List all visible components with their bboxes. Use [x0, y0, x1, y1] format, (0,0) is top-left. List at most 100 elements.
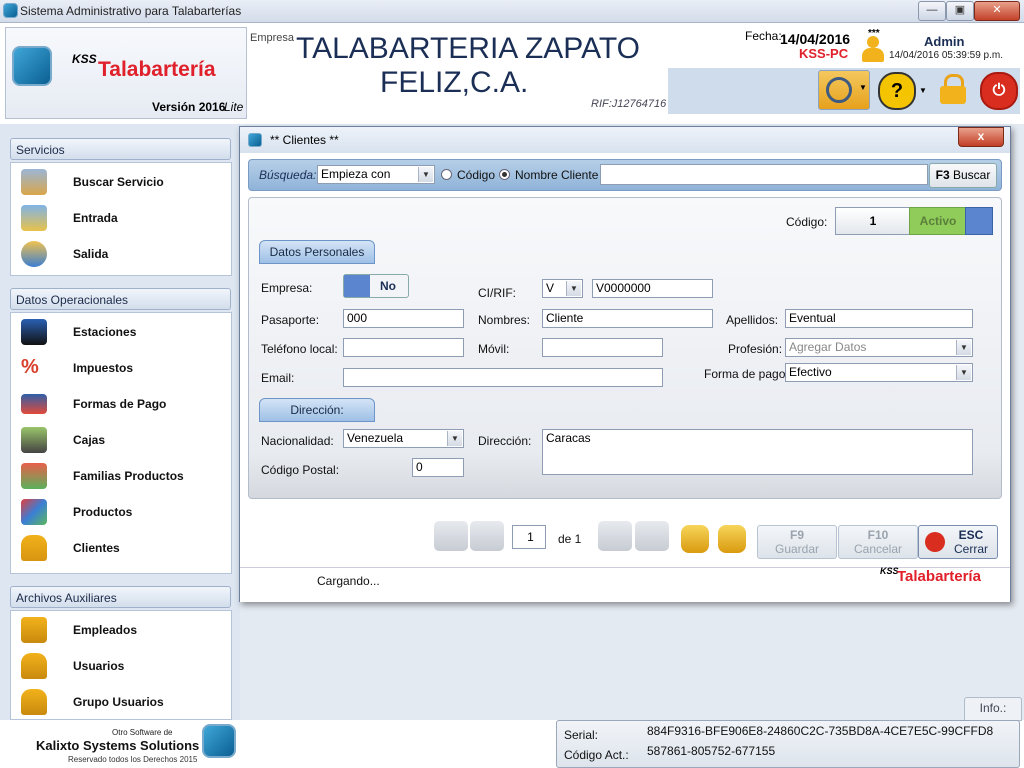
page-input[interactable]: 1	[512, 525, 546, 549]
email-input[interactable]	[343, 368, 663, 387]
code-value: 1	[835, 207, 911, 235]
profesion-label: Profesión:	[728, 342, 783, 356]
nombres-label: Nombres:	[478, 313, 531, 327]
sidebar-item-clientes[interactable]: Clientes	[21, 533, 221, 563]
sidebar-item-estaciones[interactable]: Estaciones	[21, 317, 221, 347]
section-servicios[interactable]: Servicios	[10, 138, 231, 160]
sidebar-item-buscar-servicio[interactable]: Buscar Servicio	[21, 167, 221, 197]
cirif-input[interactable]: V0000000	[592, 279, 713, 298]
serial-value: 884F9316-BFE906E8-24860C2C-735BD8A-4CE7E…	[647, 724, 994, 738]
search-button[interactable]: F3 Buscar	[929, 163, 997, 188]
radio-codigo-label: Código	[457, 168, 496, 182]
user-icon: ***	[860, 28, 886, 62]
section-archivos-list: Empleados Usuarios Grupo Usuarios	[10, 610, 232, 720]
nacionalidad-select[interactable]: Venezuela ▼	[343, 429, 464, 448]
radio-nombre-cliente[interactable]	[499, 169, 510, 180]
apellidos-input[interactable]: Eventual	[785, 309, 973, 328]
nombres-input[interactable]: Cliente	[542, 309, 713, 328]
status-toggle[interactable]	[965, 207, 993, 235]
sidebar-item-label: Familias Productos	[73, 469, 184, 483]
power-button[interactable]: ⏻	[980, 72, 1018, 110]
power-icon	[925, 532, 945, 552]
add-record-icon[interactable]	[681, 525, 709, 553]
window-close-button[interactable]: ✕	[974, 1, 1020, 21]
sidebar-item-label: Formas de Pago	[73, 397, 167, 411]
section-datos-list: Estaciones % Impuestos Formas de Pago Ca…	[10, 312, 232, 574]
sidebar-item-usuarios[interactable]: Usuarios	[21, 651, 221, 681]
codigo-act-label: Código Act.:	[564, 748, 629, 762]
maximize-button[interactable]: ▣	[946, 1, 974, 21]
radio-codigo[interactable]	[441, 169, 452, 180]
cerrar-button[interactable]: ESC Cerrar	[918, 525, 998, 559]
sidebar-item-entrada[interactable]: Entrada	[21, 203, 221, 233]
user-group-icon	[21, 689, 47, 715]
codigo-postal-input[interactable]: 0	[412, 458, 464, 477]
search-mode-select[interactable]: Empieza con ▼	[317, 165, 435, 184]
tab-datos-personales[interactable]: Datos Personales	[259, 240, 375, 264]
serial-box: Serial: 884F9316-BFE906E8-24860C2C-735BD…	[556, 720, 1020, 768]
first-record-button[interactable]	[434, 521, 468, 551]
chevron-down-icon: ▼	[956, 340, 971, 355]
entry-icon	[21, 205, 47, 231]
last-record-button[interactable]	[635, 521, 669, 551]
search-label: Búsqueda:	[259, 168, 317, 182]
movil-label: Móvil:	[478, 342, 510, 356]
next-record-button[interactable]	[598, 521, 632, 551]
version-edition: Lite	[224, 100, 244, 114]
direccion-textarea[interactable]: Caracas	[542, 429, 973, 475]
sidebar-item-label: Estaciones	[73, 325, 137, 339]
search-input[interactable]	[600, 164, 928, 185]
sidebar-item-salida[interactable]: Salida	[21, 239, 221, 269]
sidebar-item-empleados[interactable]: Empleados	[21, 615, 221, 645]
forma-pago-select[interactable]: Efectivo ▼	[785, 363, 973, 382]
cirif-type-select[interactable]: V ▼	[542, 279, 583, 298]
guardar-button[interactable]: F9 Guardar	[757, 525, 837, 559]
sidebar-item-cajas[interactable]: Cajas	[21, 425, 221, 455]
window-titlebar: Sistema Administrativo para Talabartería…	[0, 0, 1024, 23]
section-datos-operacionales[interactable]: Datos Operacionales	[10, 288, 231, 310]
search-button-label: Buscar	[953, 168, 991, 182]
section-archivos-auxiliares[interactable]: Archivos Auxiliares	[10, 586, 231, 608]
prev-record-button[interactable]	[470, 521, 504, 551]
sidebar-item-grupo-usuarios[interactable]: Grupo Usuarios	[21, 687, 221, 717]
search-button-key: F3	[935, 168, 950, 182]
credit-card-icon	[21, 394, 47, 414]
pasaporte-input[interactable]: 000	[343, 309, 464, 328]
help-button[interactable]: ?	[878, 72, 916, 110]
dialog-brand-name: Talabartería	[897, 568, 981, 585]
lock-button[interactable]	[938, 72, 968, 106]
user-name: Admin	[924, 34, 965, 49]
info-tab[interactable]: Info.:	[964, 697, 1022, 721]
chevron-down-icon: ▼	[956, 365, 971, 380]
radio-nombre-label: Nombre Cliente	[515, 168, 599, 182]
cirif-label: CI/RIF:	[478, 286, 516, 300]
sidebar-item-familias-productos[interactable]: Familias Productos	[21, 461, 221, 491]
delete-record-icon[interactable]	[718, 525, 746, 553]
empresa-label: Empresa:	[261, 281, 313, 295]
company-name-line1: TALABARTERIA ZAPATO	[296, 32, 640, 65]
sidebar-item-impuestos[interactable]: % Impuestos	[21, 353, 221, 383]
sidebar-item-label: Buscar Servicio	[73, 175, 164, 189]
chevron-down-icon[interactable]: ▼	[919, 86, 927, 95]
minimize-button[interactable]: —	[918, 1, 946, 21]
cancelar-button[interactable]: F10 Cancelar	[838, 525, 918, 559]
footer-company: Kalixto Systems Solutions	[36, 738, 200, 753]
profesion-select[interactable]: Agregar Datos ▼	[785, 338, 973, 357]
sidebar: Servicios Buscar Servicio Entrada Salida…	[0, 124, 240, 720]
tab-direccion[interactable]: Dirección:	[259, 398, 375, 422]
movil-input[interactable]	[542, 338, 663, 357]
kss-logo-icon	[202, 724, 236, 758]
empresa-toggle[interactable]: No	[343, 274, 409, 298]
search-mode-value: Empieza con	[321, 167, 391, 181]
sidebar-item-productos[interactable]: Productos	[21, 497, 221, 527]
product-icon	[21, 499, 47, 525]
sidebar-item-formas-pago[interactable]: Formas de Pago	[21, 389, 221, 419]
telefono-input[interactable]	[343, 338, 464, 357]
telefono-label: Teléfono local:	[261, 342, 338, 356]
dialog-close-button[interactable]: x	[958, 127, 1004, 147]
cancelar-key: F10	[867, 528, 889, 542]
dialog-titlebar: ** Clientes ** x	[240, 127, 1010, 153]
codigo-act-value: 587861-805752-677155	[647, 744, 776, 758]
dialog-app-icon	[248, 133, 262, 147]
settings-button[interactable]: ▼	[818, 70, 870, 110]
